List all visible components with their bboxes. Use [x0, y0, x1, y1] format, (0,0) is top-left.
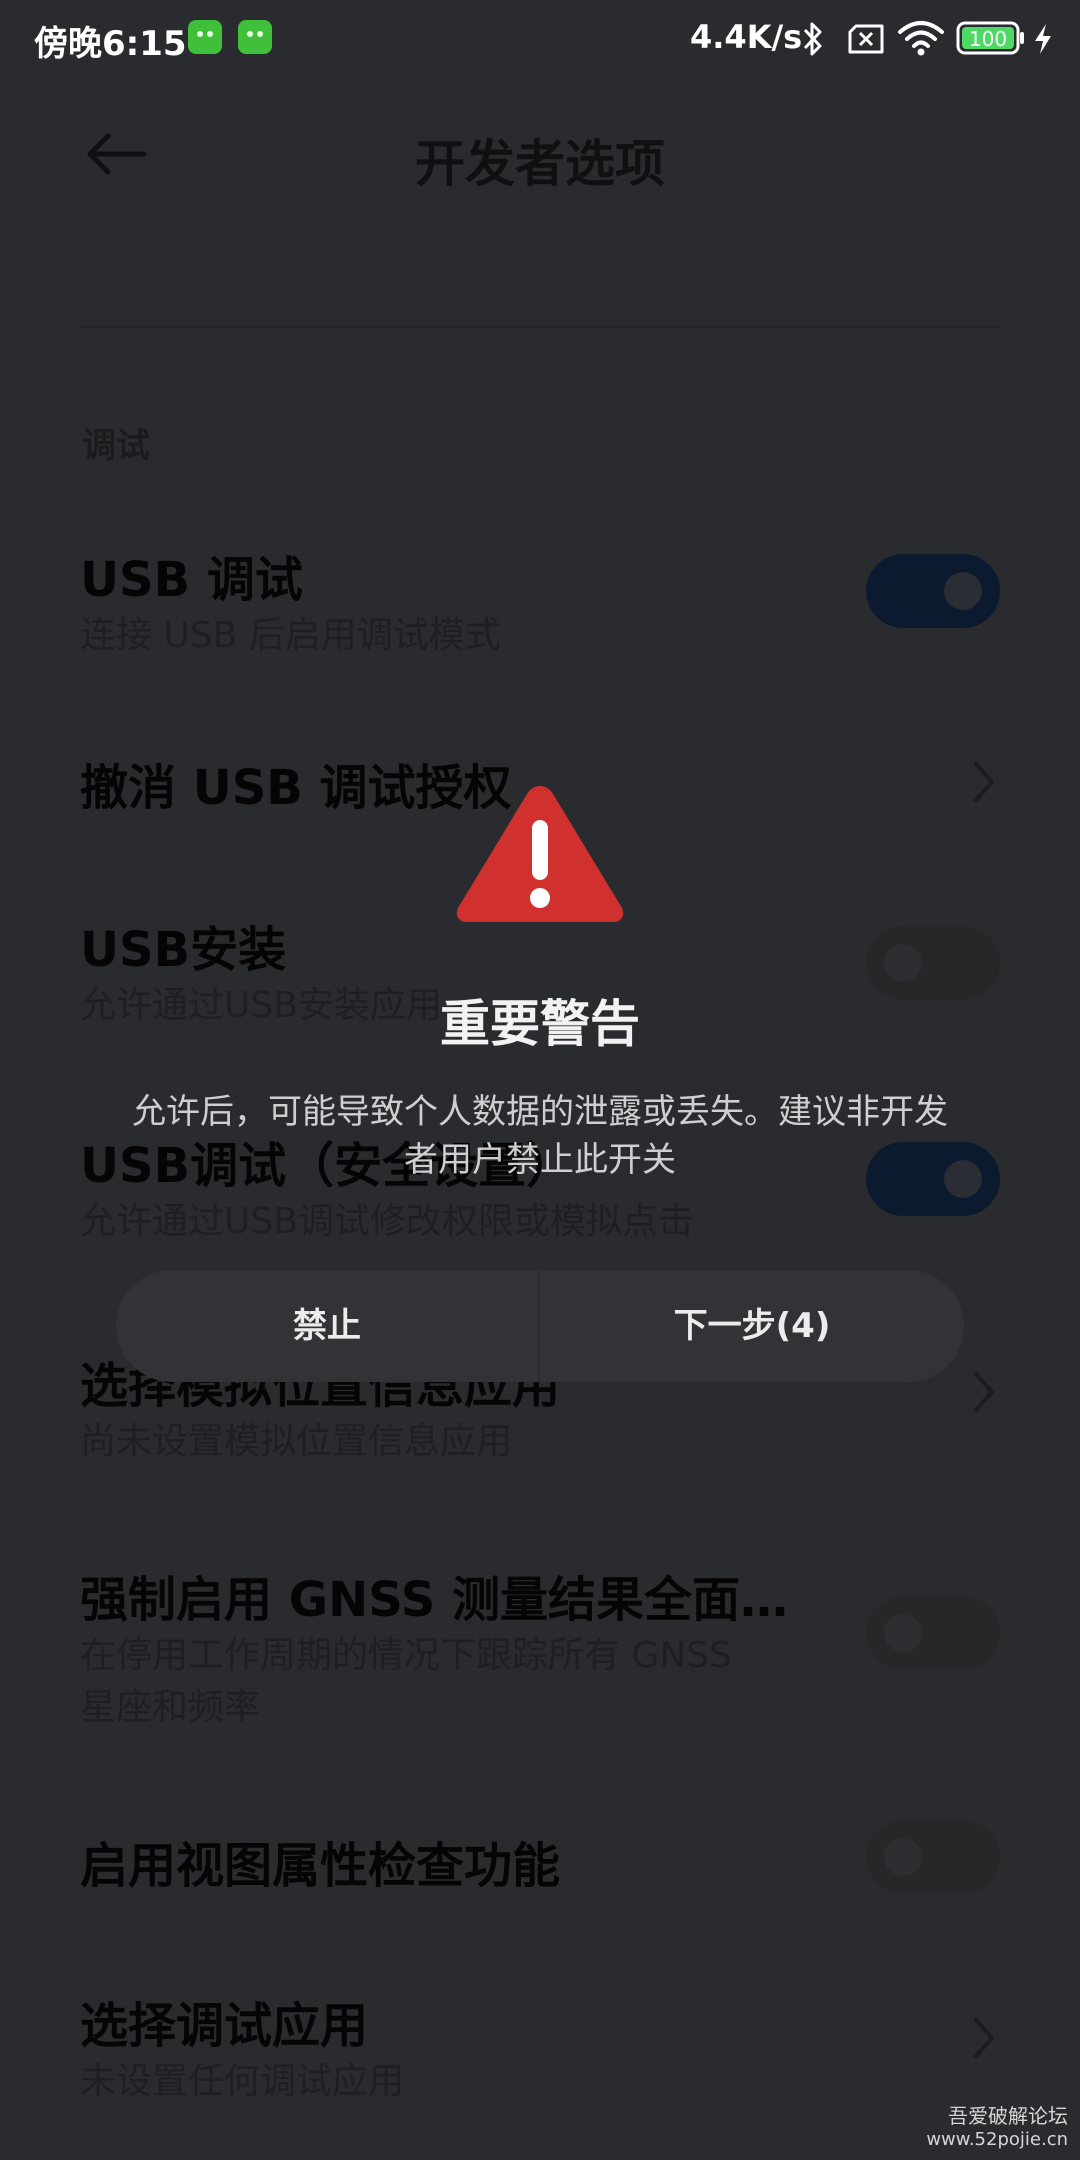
dialog-message: 允许后，可能导致个人数据的泄露或丢失。建议非开发 者用户禁止此开关	[110, 1088, 970, 1184]
dialog-message-line1: 允许后，可能导致个人数据的泄露或丢失。建议非开发	[132, 1092, 948, 1132]
dialog-message-line2: 者用户禁止此开关	[404, 1140, 676, 1180]
watermark: 吾爱破解论坛 www.52pojie.cn	[926, 2104, 1068, 2152]
next-step-button[interactable]: 下一步(4)	[540, 1270, 964, 1382]
watermark-line1: 吾爱破解论坛	[948, 2104, 1068, 2128]
deny-button[interactable]: 禁止	[116, 1270, 538, 1382]
dialog-title: 重要警告	[440, 995, 640, 1053]
warning-dialog: 重要警告 允许后，可能导致个人数据的泄露或丢失。建议非开发 者用户禁止此开关 禁…	[0, 0, 1080, 2160]
watermark-line2: www.52pojie.cn	[926, 2129, 1068, 2150]
warning-icon	[456, 786, 624, 922]
dialog-button-bar: 禁止 下一步(4)	[116, 1270, 964, 1382]
